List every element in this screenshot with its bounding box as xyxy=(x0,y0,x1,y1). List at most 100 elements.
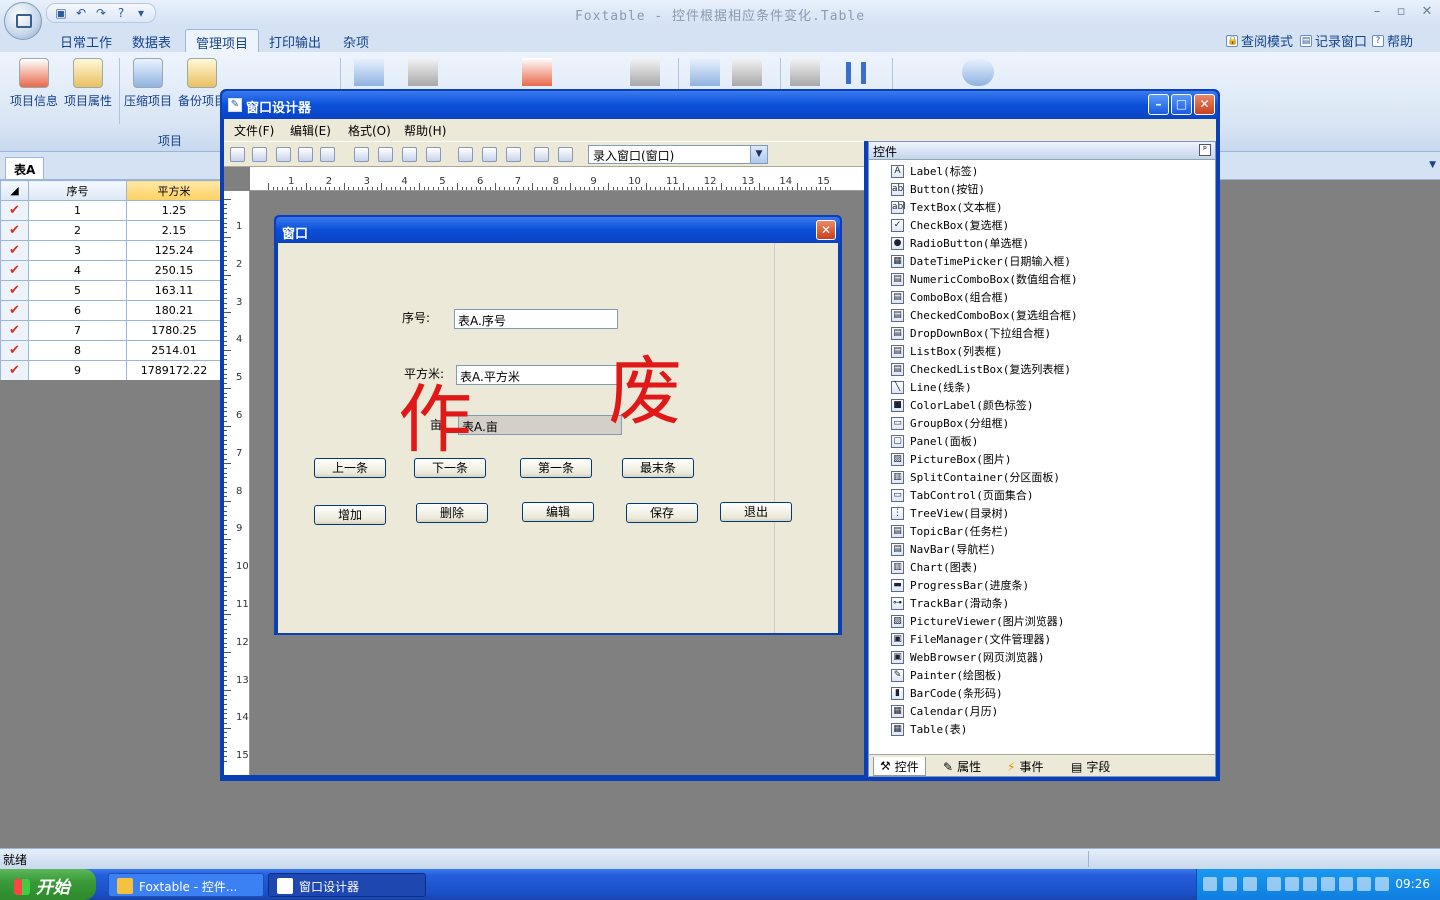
control-item[interactable]: ⋮ TreeView(目录树) xyxy=(891,504,1078,522)
row-check-icon[interactable]: ✔ xyxy=(0,360,29,381)
form-title-bar[interactable]: 窗口 ✕ xyxy=(276,217,840,243)
control-item[interactable]: ▦ DateTimePicker(日期输入框) xyxy=(891,252,1078,270)
view-mode-link[interactable]: 🔒 查阅模式 xyxy=(1226,31,1293,50)
control-item[interactable]: ▤ ComboBox(组合框) xyxy=(891,288,1078,306)
form-body[interactable]: 序号: 表A.序号 平方米: 表A.平方米 亩 表A.亩 作 废 上一条 下一条… xyxy=(278,243,838,633)
tab-data-tables[interactable]: 数据表 xyxy=(122,29,181,52)
same-size-icon[interactable] xyxy=(506,147,521,162)
pause-icon[interactable] xyxy=(846,62,866,84)
menu-format[interactable]: 格式(O) xyxy=(348,122,391,139)
control-item[interactable]: ▢ Panel(面板) xyxy=(891,432,1078,450)
tab-manage-project[interactable]: 管理项目 xyxy=(185,29,260,52)
control-item[interactable]: ▤ CheckedListBox(复选列表框) xyxy=(891,360,1078,378)
chevron-down-icon[interactable]: ▼ xyxy=(750,146,767,163)
table-row[interactable]: ✔ 4 250.15 xyxy=(0,260,222,281)
save-all-icon[interactable] xyxy=(252,147,267,162)
designer-close-button[interactable]: ✕ xyxy=(1194,94,1215,115)
cell-seq[interactable]: 3 xyxy=(28,240,127,261)
control-item[interactable]: ▤ NumericComboBox(数值组合框) xyxy=(891,270,1078,288)
start-button[interactable]: 开始 xyxy=(0,869,96,900)
keyboard-icon[interactable] xyxy=(1203,877,1217,891)
document-icon[interactable] xyxy=(240,58,270,88)
control-item[interactable]: ▨ PictureBox(图片) xyxy=(891,450,1078,468)
checklist-icon[interactable] xyxy=(522,58,552,86)
window-selector[interactable]: 录入窗口(窗口) ▼ xyxy=(588,145,768,164)
row-check-icon[interactable]: ✔ xyxy=(0,300,29,321)
delete-button[interactable]: 删除 xyxy=(416,503,488,523)
last-record-button[interactable]: 最末条 xyxy=(622,458,694,478)
align-bottom-icon[interactable] xyxy=(426,147,441,162)
redo-icon[interactable]: ↷ xyxy=(93,5,109,21)
preview-icon[interactable] xyxy=(690,58,720,86)
tools-icon[interactable] xyxy=(408,58,438,86)
undo-icon[interactable]: ↶ xyxy=(73,5,89,21)
project-info-button[interactable]: 项目信息 xyxy=(6,56,62,109)
vertical-spacing-icon[interactable] xyxy=(534,147,549,162)
horizontal-spacing-icon[interactable] xyxy=(558,147,573,162)
tab-controls[interactable]: ⚒ 控件 xyxy=(873,757,926,776)
control-item[interactable]: ▬ ProgressBar(进度条) xyxy=(891,576,1078,594)
control-item[interactable]: ⊶ TrackBar(滑动条) xyxy=(891,594,1078,612)
input-area[interactable]: 表A.平方米 xyxy=(456,365,620,385)
table-row[interactable]: ✔ 9 1789172.22 xyxy=(0,360,222,381)
control-item[interactable]: ▮ BarCode(条形码) xyxy=(891,684,1078,702)
page-icon[interactable] xyxy=(292,58,322,88)
form-close-button[interactable]: ✕ xyxy=(816,220,836,240)
table-row[interactable]: ✔ 1 1.25 xyxy=(0,200,222,221)
cell-seq[interactable]: 4 xyxy=(28,260,127,281)
row-check-icon[interactable]: ✔ xyxy=(0,280,29,301)
save-icon[interactable]: ▣ xyxy=(53,5,69,21)
search-icon[interactable] xyxy=(630,58,660,86)
table-row[interactable]: ✔ 3 125.24 xyxy=(0,240,222,261)
save-button[interactable]: 保存 xyxy=(626,503,698,523)
cell-seq[interactable]: 2 xyxy=(28,220,127,241)
tray-app-icon[interactable] xyxy=(1339,877,1353,891)
cell-seq[interactable]: 9 xyxy=(28,360,127,381)
user-settings-icon[interactable] xyxy=(962,58,994,86)
exit-button[interactable]: 退出 xyxy=(720,502,792,522)
cell-seq[interactable]: 8 xyxy=(28,340,127,361)
control-item[interactable]: A Label(标签) xyxy=(891,162,1078,180)
column-header-seq[interactable]: 序号 xyxy=(28,180,127,201)
form-icon[interactable] xyxy=(354,58,384,86)
copy-icon[interactable] xyxy=(298,147,313,162)
designer-minimize-button[interactable]: – xyxy=(1148,94,1169,115)
cell-area[interactable]: 250.15 xyxy=(126,260,222,281)
cell-area[interactable]: 2514.01 xyxy=(126,340,222,361)
same-height-icon[interactable] xyxy=(482,147,497,162)
compress-project-button[interactable]: 压缩项目 xyxy=(120,56,176,109)
control-item[interactable]: ▣ WebBrowser(网页浏览器) xyxy=(891,648,1078,666)
align-top-icon[interactable] xyxy=(402,147,417,162)
cell-area[interactable]: 125.24 xyxy=(126,240,222,261)
row-check-icon[interactable]: ✔ xyxy=(0,240,29,261)
control-item[interactable]: ▭ TabControl(页面集合) xyxy=(891,486,1078,504)
cell-area[interactable]: 1.25 xyxy=(126,200,222,221)
table-icon[interactable] xyxy=(576,58,606,86)
help-icon[interactable]: ? xyxy=(113,5,129,21)
cell-area[interactable]: 2.15 xyxy=(126,220,222,241)
control-item[interactable]: ● RadioButton(单选框) xyxy=(891,234,1078,252)
cell-seq[interactable]: 7 xyxy=(28,320,127,341)
menu-edit[interactable]: 编辑(E) xyxy=(290,122,331,139)
add-button[interactable]: 增加 xyxy=(314,505,386,525)
grid-corner[interactable]: ◢ xyxy=(0,180,29,201)
table-row[interactable]: ✔ 8 2514.01 xyxy=(0,340,222,361)
input-seq[interactable]: 表A.序号 xyxy=(454,309,618,329)
control-item[interactable]: ▦ Calendar(月历) xyxy=(891,702,1078,720)
umbrella-icon[interactable] xyxy=(1321,877,1335,891)
cell-area[interactable]: 1789172.22 xyxy=(126,360,222,381)
cell-area[interactable]: 1780.25 xyxy=(126,320,222,341)
tab-misc[interactable]: 杂项 xyxy=(333,29,379,52)
menu-help[interactable]: 帮助(H) xyxy=(404,122,446,139)
row-check-icon[interactable]: ✔ xyxy=(0,200,29,221)
wrench-icon[interactable] xyxy=(732,58,762,86)
tab-events[interactable]: ⚡ 事件 xyxy=(1001,757,1049,776)
cell-seq[interactable]: 5 xyxy=(28,280,127,301)
control-item[interactable]: ▤ ListBox(列表框) xyxy=(891,342,1078,360)
close-button[interactable]: ✕ xyxy=(1418,4,1436,19)
designer-title-bar[interactable]: ✎ 窗口设计器 – □ ✕ xyxy=(222,91,1218,119)
record-window-link[interactable]: ▤ 记录窗口 xyxy=(1300,31,1367,50)
network-icon[interactable] xyxy=(1285,877,1299,891)
designer-maximize-button[interactable]: □ xyxy=(1171,94,1192,115)
tab-properties[interactable]: ✎ 属性 xyxy=(937,757,987,776)
